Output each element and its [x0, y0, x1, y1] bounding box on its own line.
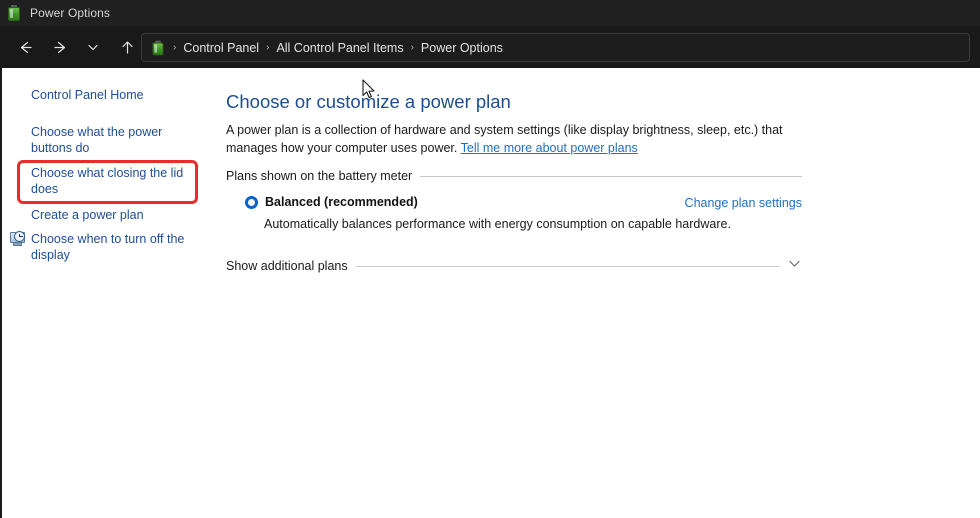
window-title: Power Options: [30, 6, 111, 20]
power-plan-row: Balanced (recommended) Change plan setti…: [245, 195, 802, 231]
sidebar-item-turn-off-display[interactable]: Choose when to turn off the display: [31, 231, 199, 263]
display-clock-icon: [10, 231, 27, 247]
sidebar-item-control-panel-home[interactable]: Control Panel Home: [31, 87, 199, 103]
mouse-cursor: [362, 79, 376, 100]
page-description: A power plan is a collection of hardware…: [226, 121, 812, 157]
breadcrumb-separator: ›: [410, 42, 414, 53]
sidebar-item-create-power-plan[interactable]: Create a power plan: [31, 207, 199, 223]
up-button[interactable]: [110, 30, 144, 64]
show-additional-plans-divider: [355, 265, 779, 267]
show-additional-plans-label: Show additional plans: [226, 259, 348, 273]
breadcrumb-item-control-panel[interactable]: Control Panel: [183, 41, 259, 55]
content-pane: Choose or customize a power plan A power…: [217, 68, 980, 518]
breadcrumb-separator: ›: [266, 42, 270, 53]
power-plan-name: Balanced (recommended): [265, 195, 418, 209]
battery-icon: [6, 5, 22, 21]
tell-me-more-link[interactable]: Tell me more about power plans: [461, 141, 638, 155]
sidebar-item-power-buttons[interactable]: Choose what the power buttons do: [31, 124, 199, 156]
sidebar-item-closing-lid[interactable]: Choose what closing the lid does: [31, 165, 199, 197]
sidebar: Control Panel Home Choose what the power…: [2, 68, 217, 518]
breadcrumb-separator: ›: [173, 42, 177, 53]
breadcrumb-item-all-control-panel-items[interactable]: All Control Panel Items: [276, 41, 403, 55]
show-additional-plans-row[interactable]: Show additional plans: [226, 256, 802, 276]
power-plan-description: Automatically balances performance with …: [264, 217, 731, 231]
window-body: Control Panel Home Choose what the power…: [0, 68, 980, 518]
plans-group-divider: [420, 175, 802, 177]
address-battery-icon: [151, 40, 166, 55]
title-bar: Power Options: [0, 0, 980, 26]
chevron-down-icon[interactable]: [787, 256, 802, 276]
plans-group-header: Plans shown on the battery meter: [226, 169, 802, 183]
forward-button[interactable]: [42, 30, 76, 64]
breadcrumb-item-power-options[interactable]: Power Options: [421, 41, 503, 55]
recent-locations-button[interactable]: [76, 30, 110, 64]
back-button[interactable]: [8, 30, 42, 64]
power-options-window: Power Options › Control Panel › All Cont…: [0, 0, 980, 518]
radio-button-balanced[interactable]: [245, 195, 258, 209]
plans-group-label: Plans shown on the battery meter: [226, 169, 413, 183]
address-bar[interactable]: › Control Panel › All Control Panel Item…: [141, 33, 970, 62]
change-plan-settings-link[interactable]: Change plan settings: [685, 196, 802, 210]
